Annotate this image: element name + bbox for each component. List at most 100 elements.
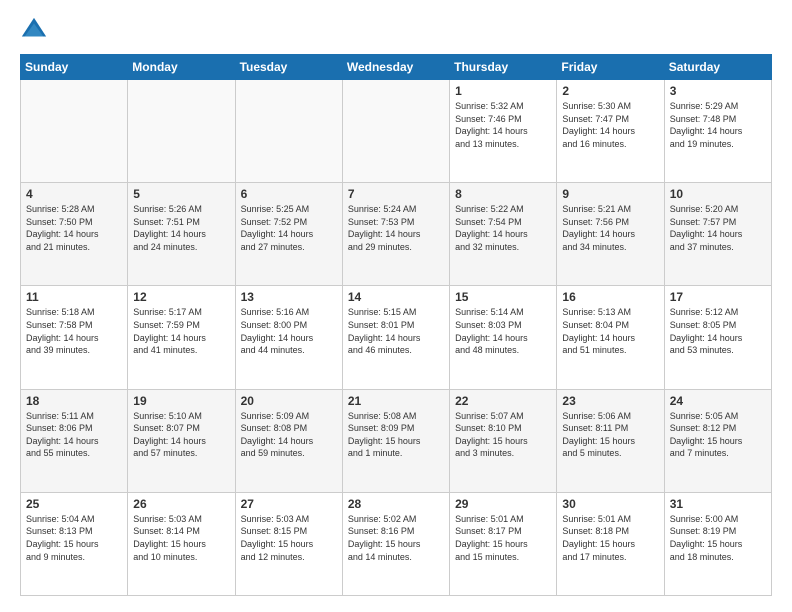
day-number: 1 [455,84,551,98]
day-number: 12 [133,290,229,304]
day-number: 4 [26,187,122,201]
day-number: 31 [670,497,766,511]
calendar-cell: 10Sunrise: 5:20 AM Sunset: 7:57 PM Dayli… [664,183,771,286]
calendar-cell: 9Sunrise: 5:21 AM Sunset: 7:56 PM Daylig… [557,183,664,286]
page: SundayMondayTuesdayWednesdayThursdayFrid… [0,0,792,612]
calendar-cell: 6 Sunrise: 5:25 AM Sunset: 7:52 PM Daylig… [235,183,342,286]
day-info: Sunrise: 5:02 AM Sunset: 8:16 PM Dayligh… [348,513,444,563]
day-number: 29 [455,497,551,511]
day-number: 6 [241,187,337,201]
calendar-cell: 13 Sunrise: 5:16 AM Sunset: 8:00 PM Dayli… [235,286,342,389]
day-header-thursday: Thursday [450,55,557,80]
week-row-4: 25 Sunrise: 5:04 AM Sunset: 8:13 PM Dayli… [21,492,772,595]
day-number: 5 [133,187,229,201]
day-info: Sunrise: 5:32 AM Sunset: 7:46 PM Dayligh… [455,100,551,150]
day-number: 22 [455,394,551,408]
day-number: 16 [562,290,658,304]
calendar-cell: 3 Sunrise: 5:29 AM Sunset: 7:48 PM Daylig… [664,80,771,183]
day-info: Sunrise: 5:10 AM Sunset: 8:07 PM Dayligh… [133,410,229,460]
calendar-cell: 25 Sunrise: 5:04 AM Sunset: 8:13 PM Dayli… [21,492,128,595]
calendar-body: 1 Sunrise: 5:32 AM Sunset: 7:46 PM Daylig… [21,80,772,596]
day-info: Sunrise: 5:26 AM Sunset: 7:51 PM Dayligh… [133,203,229,253]
day-header-wednesday: Wednesday [342,55,449,80]
week-row-3: 18 Sunrise: 5:11 AM Sunset: 8:06 PM Dayli… [21,389,772,492]
week-row-2: 11 Sunrise: 5:18 AM Sunset: 7:58 PM Dayli… [21,286,772,389]
day-number: 3 [670,84,766,98]
calendar-cell: 23 Sunrise: 5:06 AM Sunset: 8:11 PM Dayli… [557,389,664,492]
day-number: 30 [562,497,658,511]
calendar-cell: 17 Sunrise: 5:12 AM Sunset: 8:05 PM Dayli… [664,286,771,389]
day-number: 27 [241,497,337,511]
calendar-cell: 14 Sunrise: 5:15 AM Sunset: 8:01 PM Dayli… [342,286,449,389]
calendar-cell: 21Sunrise: 5:08 AM Sunset: 8:09 PM Dayli… [342,389,449,492]
calendar-cell [342,80,449,183]
day-number: 25 [26,497,122,511]
day-number: 28 [348,497,444,511]
day-number: 26 [133,497,229,511]
day-header-saturday: Saturday [664,55,771,80]
day-info: Sunrise: 5:00 AM Sunset: 8:19 PM Dayligh… [670,513,766,563]
day-info: Sunrise: 5:09 AM Sunset: 8:08 PM Dayligh… [241,410,337,460]
calendar-cell: 22 Sunrise: 5:07 AM Sunset: 8:10 PM Dayli… [450,389,557,492]
day-info: Sunrise: 5:18 AM Sunset: 7:58 PM Dayligh… [26,306,122,356]
day-info: Sunrise: 5:06 AM Sunset: 8:11 PM Dayligh… [562,410,658,460]
day-number: 23 [562,394,658,408]
day-header-friday: Friday [557,55,664,80]
calendar-header-row: SundayMondayTuesdayWednesdayThursdayFrid… [21,55,772,80]
day-info: Sunrise: 5:04 AM Sunset: 8:13 PM Dayligh… [26,513,122,563]
logo-icon [20,16,48,44]
calendar-cell: 30Sunrise: 5:01 AM Sunset: 8:18 PM Dayli… [557,492,664,595]
day-number: 9 [562,187,658,201]
calendar-cell: 27 Sunrise: 5:03 AM Sunset: 8:15 PM Dayli… [235,492,342,595]
day-number: 24 [670,394,766,408]
day-info: Sunrise: 5:07 AM Sunset: 8:10 PM Dayligh… [455,410,551,460]
day-info: Sunrise: 5:17 AM Sunset: 7:59 PM Dayligh… [133,306,229,356]
day-info: Sunrise: 5:25 AM Sunset: 7:52 PM Dayligh… [241,203,337,253]
calendar-cell: 20Sunrise: 5:09 AM Sunset: 8:08 PM Dayli… [235,389,342,492]
day-number: 15 [455,290,551,304]
day-info: Sunrise: 5:28 AM Sunset: 7:50 PM Dayligh… [26,203,122,253]
calendar-cell [235,80,342,183]
calendar-cell: 24 Sunrise: 5:05 AM Sunset: 8:12 PM Dayli… [664,389,771,492]
day-info: Sunrise: 5:16 AM Sunset: 8:00 PM Dayligh… [241,306,337,356]
day-info: Sunrise: 5:24 AM Sunset: 7:53 PM Dayligh… [348,203,444,253]
day-number: 2 [562,84,658,98]
day-number: 7 [348,187,444,201]
day-number: 18 [26,394,122,408]
day-number: 11 [26,290,122,304]
calendar-cell: 2 Sunrise: 5:30 AM Sunset: 7:47 PM Daylig… [557,80,664,183]
day-info: Sunrise: 5:03 AM Sunset: 8:15 PM Dayligh… [241,513,337,563]
day-info: Sunrise: 5:03 AM Sunset: 8:14 PM Dayligh… [133,513,229,563]
day-header-sunday: Sunday [21,55,128,80]
week-row-1: 4 Sunrise: 5:28 AM Sunset: 7:50 PM Daylig… [21,183,772,286]
day-info: Sunrise: 5:08 AM Sunset: 8:09 PM Dayligh… [348,410,444,460]
calendar-cell: 4 Sunrise: 5:28 AM Sunset: 7:50 PM Daylig… [21,183,128,286]
calendar-cell: 12 Sunrise: 5:17 AM Sunset: 7:59 PM Dayli… [128,286,235,389]
day-number: 10 [670,187,766,201]
calendar-cell: 5 Sunrise: 5:26 AM Sunset: 7:51 PM Daylig… [128,183,235,286]
day-number: 19 [133,394,229,408]
day-info: Sunrise: 5:22 AM Sunset: 7:54 PM Dayligh… [455,203,551,253]
calendar-cell: 18 Sunrise: 5:11 AM Sunset: 8:06 PM Dayli… [21,389,128,492]
day-info: Sunrise: 5:12 AM Sunset: 8:05 PM Dayligh… [670,306,766,356]
day-info: Sunrise: 5:15 AM Sunset: 8:01 PM Dayligh… [348,306,444,356]
day-header-monday: Monday [128,55,235,80]
header [20,16,772,44]
calendar-cell: 29Sunrise: 5:01 AM Sunset: 8:17 PM Dayli… [450,492,557,595]
calendar-cell: 1 Sunrise: 5:32 AM Sunset: 7:46 PM Daylig… [450,80,557,183]
day-info: Sunrise: 5:05 AM Sunset: 8:12 PM Dayligh… [670,410,766,460]
calendar-cell: 7 Sunrise: 5:24 AM Sunset: 7:53 PM Daylig… [342,183,449,286]
calendar-cell [21,80,128,183]
day-info: Sunrise: 5:29 AM Sunset: 7:48 PM Dayligh… [670,100,766,150]
day-number: 13 [241,290,337,304]
logo [20,16,52,44]
calendar-cell: 26 Sunrise: 5:03 AM Sunset: 8:14 PM Dayli… [128,492,235,595]
day-number: 14 [348,290,444,304]
calendar-cell [128,80,235,183]
day-number: 17 [670,290,766,304]
day-info: Sunrise: 5:11 AM Sunset: 8:06 PM Dayligh… [26,410,122,460]
calendar-cell: 31 Sunrise: 5:00 AM Sunset: 8:19 PM Dayli… [664,492,771,595]
day-info: Sunrise: 5:30 AM Sunset: 7:47 PM Dayligh… [562,100,658,150]
week-row-0: 1 Sunrise: 5:32 AM Sunset: 7:46 PM Daylig… [21,80,772,183]
calendar-cell: 19 Sunrise: 5:10 AM Sunset: 8:07 PM Dayli… [128,389,235,492]
